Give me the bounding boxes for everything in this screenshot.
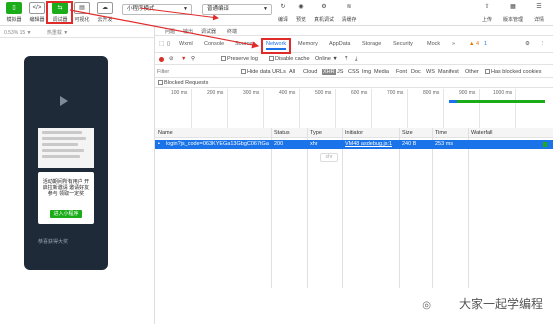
wechat-icon: ◎ — [422, 300, 431, 311]
arrow-to-network — [69, 9, 260, 49]
watermark-text: 大家一起学编程 — [458, 297, 543, 311]
arrow-secondary — [139, 7, 219, 21]
annotation-arrows — [69, 7, 260, 49]
